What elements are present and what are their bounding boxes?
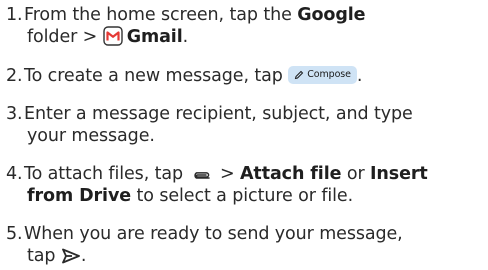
- step-line: To attach files, tap > Attach file or In…: [24, 163, 486, 185]
- step-body: When you are ready to send your message,…: [24, 223, 486, 267]
- step-line: From the home screen, tap the Google: [24, 4, 486, 26]
- step-number: 4.: [6, 164, 23, 184]
- step-4: 4. To attach files, tap > Attach file or…: [6, 163, 486, 207]
- step-number: 1.: [6, 5, 23, 25]
- step-text: >: [214, 164, 240, 184]
- gmail-label: Gmail: [126, 27, 183, 47]
- compose-label: Compose: [307, 69, 351, 80]
- step-body: To attach files, tap > Attach file or In…: [24, 163, 486, 207]
- step-text: to select a picture or file.: [131, 186, 354, 206]
- insert-from-drive-label: Insert: [370, 164, 428, 184]
- pencil-icon: [295, 70, 304, 80]
- step-body: From the home screen, tap the Google fol…: [24, 4, 486, 48]
- step-text: To create a new message, tap: [24, 66, 289, 86]
- step-text: folder >: [27, 27, 103, 47]
- step-number: 5.: [6, 224, 23, 244]
- step-line: When you are ready to send your message,: [24, 224, 403, 244]
- compose-button-illustration: Compose: [288, 66, 357, 84]
- step-line: tap .: [24, 245, 486, 267]
- step-body: To create a new message, tap Compose.: [24, 65, 486, 87]
- step-line: Enter a message recipient, subject, and …: [24, 104, 413, 124]
- step-5: 5. When you are ready to send your messa…: [6, 223, 486, 267]
- paperclip-icon: [190, 165, 212, 179]
- step-text: .: [182, 27, 189, 47]
- step-body: Enter a message recipient, subject, and …: [24, 103, 486, 147]
- google-folder-label: Google: [297, 5, 366, 25]
- send-icon: [61, 248, 81, 264]
- step-text: From the home screen, tap the: [24, 5, 298, 25]
- attach-file-label: Attach file: [239, 164, 342, 184]
- insert-from-drive-label: from Drive: [27, 186, 132, 206]
- gmail-icon: [103, 26, 123, 46]
- step-number: 2.: [6, 66, 23, 86]
- step-1: 1. From the home screen, tap the Google …: [6, 4, 486, 48]
- step-text: or: [341, 164, 371, 184]
- step-line: your message.: [27, 126, 155, 146]
- step-text: .: [80, 246, 87, 266]
- step-text: tap: [27, 246, 61, 266]
- step-line: from Drive to select a picture or file.: [24, 185, 486, 207]
- step-line: folder > Gmail.: [24, 26, 486, 48]
- step-2: 2. To create a new message, tap Compose.: [6, 65, 486, 87]
- step-3: 3. Enter a message recipient, subject, a…: [6, 103, 486, 147]
- step-number: 3.: [6, 104, 23, 124]
- step-text: .: [356, 66, 363, 86]
- instruction-steps: 1. From the home screen, tap the Google …: [0, 0, 488, 267]
- step-text: To attach files, tap: [24, 164, 189, 184]
